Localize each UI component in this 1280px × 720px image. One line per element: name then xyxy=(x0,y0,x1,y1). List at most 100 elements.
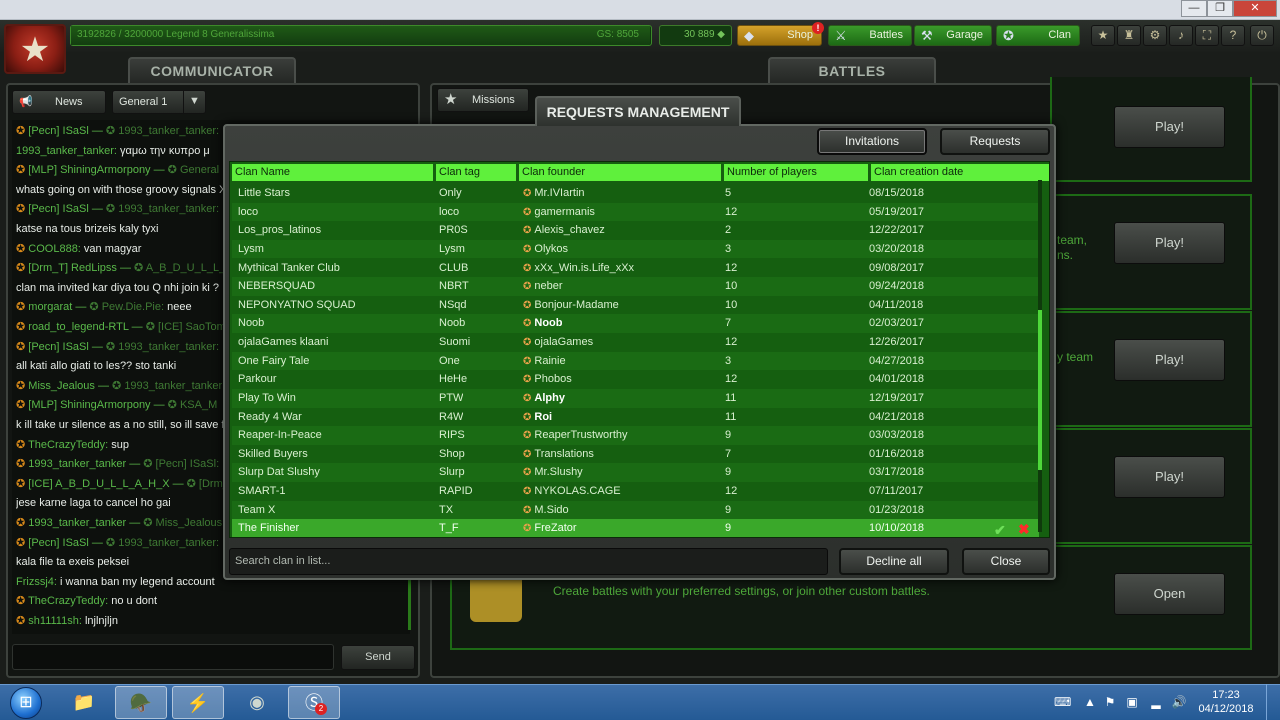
chat-username[interactable]: [Pecn] ISaSl — xyxy=(28,537,103,549)
chat-username[interactable]: [Pecn] ISaSl — xyxy=(28,125,103,137)
chrome-icon[interactable]: ◉ xyxy=(231,686,283,719)
play-button[interactable]: Play! xyxy=(1114,222,1225,264)
decline-all-button[interactable]: Decline all xyxy=(839,548,949,575)
file-explorer-icon[interactable]: 📁 xyxy=(58,686,110,719)
sound-icon[interactable]: ♪ xyxy=(1169,25,1193,46)
chat-username[interactable]: morgarat — xyxy=(28,301,86,313)
battle-description: ns. xyxy=(1057,248,1074,262)
news-button[interactable]: 📢 News xyxy=(12,90,106,114)
achievements-star-icon[interactable]: ★ xyxy=(1091,25,1115,46)
open-button[interactable]: Open xyxy=(1114,573,1225,615)
table-row[interactable]: loco loco ✪ gamermanis 12 05/19/2017 xyxy=(232,202,1039,222)
battles-button[interactable]: ⚔ Battles xyxy=(828,25,912,46)
table-row[interactable]: Ready 4 War R4W ✪ Roi 11 04/21/2018 xyxy=(232,408,1039,427)
chat-username[interactable]: [MLP] ShiningArmorpony — xyxy=(28,399,164,411)
table-row[interactable]: Reaper-In-Peace RIPS ✪ ReaperTrustworthy 9 03… xyxy=(232,426,1039,445)
flag-icon[interactable]: ⚑ xyxy=(1102,694,1118,710)
reject-x-icon[interactable]: ✖ xyxy=(1018,521,1030,538)
crystals-counter[interactable]: 30 889 ◆ xyxy=(659,25,732,46)
shop-button[interactable]: ◆ Shop xyxy=(737,25,822,46)
exit-icon[interactable]: ⏻ xyxy=(1250,25,1274,46)
windows-logo-icon: ⊞ xyxy=(10,687,42,719)
chat-username[interactable]: 1993_tanker_tanker: xyxy=(16,145,117,157)
founder-name: Alphy xyxy=(534,391,565,404)
network-icon[interactable]: ▂ xyxy=(1148,694,1164,710)
table-row[interactable]: Los_pros_latinos PR0S ✪ Alexis_chavez 2 12/22… xyxy=(232,221,1039,240)
clan-founder-cell: ✪ Rainie xyxy=(523,352,566,372)
settings-gear-icon[interactable]: ⚙ xyxy=(1143,25,1167,46)
requests-tab[interactable]: Requests xyxy=(940,128,1050,155)
rank-icon: ✪ xyxy=(523,486,532,498)
table-scrollbar[interactable] xyxy=(1038,180,1042,532)
fullscreen-icon[interactable]: ⛶ xyxy=(1195,25,1219,46)
chat-username[interactable]: [ICE] A_B_D_U_L_L_A_H_X — xyxy=(28,478,183,490)
tanki-online-icon[interactable]: 🪖 xyxy=(115,686,167,719)
table-row[interactable]: Play To Win PTW ✪ Alphy 11 12/19/2017 xyxy=(232,388,1039,408)
device-icon[interactable]: ▣ xyxy=(1124,694,1140,710)
chat-username[interactable]: 1993_tanker_tanker — xyxy=(28,458,140,470)
chat-username[interactable]: [MLP] ShiningArmorpony — xyxy=(28,164,164,176)
chat-username[interactable]: [Pecn] ISaSl — xyxy=(28,341,103,353)
chat-username[interactable]: TheCrazyTeddy: xyxy=(28,595,108,607)
accept-check-icon[interactable]: ✔ xyxy=(994,522,1006,539)
clan-tag-cell: Only xyxy=(439,187,462,199)
play-button[interactable]: Play! xyxy=(1114,106,1225,148)
table-row[interactable]: NEPONYATNO SQUAD NSqd ✪ Bonjour-Madame 10 04/… xyxy=(232,296,1039,315)
chat-input[interactable] xyxy=(12,644,334,670)
table-row[interactable]: Team X TX ✪ M.Sido 9 01/23/2018 xyxy=(232,500,1039,520)
chat-username[interactable]: COOL888: xyxy=(28,243,81,255)
chat-message[interactable]: ✪ TheCrazyTeddy: no u dont xyxy=(16,592,406,611)
table-row[interactable]: The Finisher T_F ✪ FreZator 9 10/10/2018 xyxy=(232,519,1039,537)
table-row[interactable]: SMART-1 RAPID ✪ NYKOLAS.CAGE 12 07/11/2017 xyxy=(232,482,1039,501)
chat-username[interactable]: 1993_tanker_tanker — xyxy=(28,517,140,529)
play-button[interactable]: Play! xyxy=(1114,456,1225,498)
table-row[interactable]: Mythical Tanker Club CLUB ✪ xXx_Win.is.Life… xyxy=(232,259,1039,278)
rank-logo[interactable]: ★ xyxy=(4,24,66,74)
table-row[interactable]: ojalaGames klaani Suomi ✪ ojalaGames 12 12/26… xyxy=(232,333,1039,352)
show-hidden-icons-icon[interactable]: ▲ xyxy=(1082,694,1098,710)
channel-select[interactable]: General 1 ▼ xyxy=(112,90,206,114)
game-launcher-icon[interactable]: ⚡ xyxy=(172,686,224,719)
system-clock[interactable]: 17:23 04/12/2018 xyxy=(1196,688,1256,716)
start-button[interactable]: ⊞ xyxy=(4,686,48,720)
minimize-button[interactable]: — xyxy=(1181,0,1207,17)
column-header-clan-name[interactable]: Clan Name xyxy=(232,164,433,181)
table-row[interactable]: Skilled Buyers Shop ✪ Translations 7 01/16/20… xyxy=(232,445,1039,464)
column-header-clan-founder[interactable]: Clan founder xyxy=(519,164,721,181)
chat-username[interactable]: Miss_Jealous — xyxy=(28,380,109,392)
maximize-button[interactable]: ❐ xyxy=(1207,0,1233,17)
chat-username[interactable]: TheCrazyTeddy: xyxy=(28,439,108,451)
chat-username[interactable]: [Drm_T] RedLipss — xyxy=(28,262,131,274)
show-desktop-button[interactable] xyxy=(1266,684,1280,720)
invitations-tab[interactable]: Invitations xyxy=(817,128,927,155)
missions-button[interactable]: ★ Missions xyxy=(437,88,529,112)
volume-icon[interactable]: 🔊 xyxy=(1171,694,1187,710)
close-button[interactable]: Close xyxy=(962,548,1050,575)
table-row[interactable]: One Fairy Tale One ✪ Rainie 3 04/27/2018 xyxy=(232,351,1039,372)
help-icon[interactable]: ? xyxy=(1221,25,1245,46)
table-row[interactable]: Little Stars Only ✪ Mr.IVIartin 5 08/15/2018 xyxy=(232,184,1039,203)
keyboard-icon[interactable]: ⌨ xyxy=(1054,694,1071,710)
table-scrollbar-thumb[interactable] xyxy=(1038,310,1042,470)
clan-search-input[interactable]: Search clan in list... xyxy=(229,548,828,575)
chat-username[interactable]: sh11111sh: xyxy=(28,615,82,627)
column-header-clan-tag[interactable]: Clan tag xyxy=(436,164,516,181)
garage-button[interactable]: ⚒ Garage xyxy=(914,25,992,46)
table-row[interactable]: NEBERSQUAD NBRT ✪ neber 10 09/24/2018 xyxy=(232,277,1039,296)
table-row[interactable]: Parkour HeHe ✪ Phobos 12 04/01/2018 xyxy=(232,370,1039,389)
column-header-creation-date[interactable]: Clan creation date xyxy=(871,164,1049,181)
table-row[interactable]: Lysm Lysm ✪ Olykos 3 03/20/2018 xyxy=(232,239,1039,259)
chat-username[interactable]: [Pecn] ISaSl — xyxy=(28,203,103,215)
missions-icon[interactable]: ♜ xyxy=(1117,25,1141,46)
table-row[interactable]: Noob Noob ✪ Noob 7 02/03/2017 xyxy=(232,314,1039,333)
send-button[interactable]: Send xyxy=(341,645,415,670)
table-row[interactable]: Slurp Dat Slushy Slurp ✪ Mr.Slushy 9 03/17/20… xyxy=(232,463,1039,483)
column-header-number-of-players[interactable]: Number of players xyxy=(724,164,868,181)
play-button[interactable]: Play! xyxy=(1114,339,1225,381)
close-window-button[interactable]: ✕ xyxy=(1233,0,1277,17)
chat-message[interactable]: ✪ sh11111sh: lnjlnjljn xyxy=(16,612,406,631)
chat-username[interactable]: road_to_legend-RTL — xyxy=(28,321,142,333)
skype-icon[interactable]: Ⓢ 2 xyxy=(288,686,340,719)
chat-username[interactable]: Frizssj4: xyxy=(16,576,57,588)
clan-button[interactable]: ✪ Clan xyxy=(996,25,1080,46)
